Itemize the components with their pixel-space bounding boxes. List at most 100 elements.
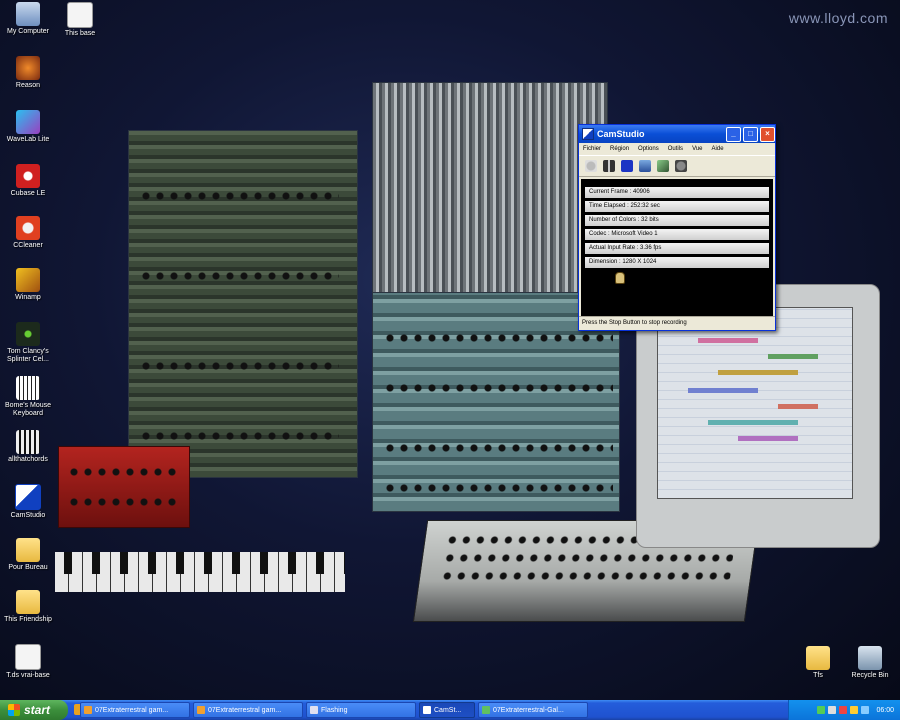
camstudio-menubar: Fichier Région Options Outils Vue Aide <box>579 143 775 155</box>
minimize-icon[interactable]: _ <box>726 126 741 142</box>
recycle-bin-icon <box>858 646 882 670</box>
stat-current-frame: Current Frame : 40906 <box>585 187 769 198</box>
desktop-icon-label: This base <box>64 30 96 37</box>
winamp-app-icon <box>16 268 40 292</box>
desktop-icon-label: Tom Clancy's Splinter Cel... <box>6 348 50 363</box>
desktop-icon-label: Winamp <box>15 294 41 301</box>
desktop-icon-bomes-mouse-keyboard[interactable]: Bome's Mouse Keyboard <box>0 376 56 418</box>
stop-icon[interactable] <box>621 160 633 172</box>
taskbar-item-flashing[interactable]: Flashing <box>306 702 416 718</box>
desktop-icon-label: Tfs <box>813 672 823 679</box>
task-label: 07Extraterrestral-Gal... <box>493 706 564 714</box>
record-icon[interactable] <box>585 160 597 172</box>
start-button[interactable]: start <box>0 700 68 720</box>
hand-cursor-icon <box>615 272 625 284</box>
reason-app-icon <box>16 56 40 80</box>
desktop-icon-label: This Friendship <box>4 616 52 623</box>
camstudio-app-icon <box>15 484 41 510</box>
my-computer-icon <box>16 2 40 26</box>
camstudio-window[interactable]: CamStudio _ □ × Fichier Région Options O… <box>578 124 776 331</box>
system-tray: 06:00 <box>788 700 900 720</box>
desktop-icon-allthatchords[interactable]: allthatchords <box>0 430 56 464</box>
task-label: Flashing <box>321 706 348 714</box>
menu-vue[interactable]: Vue <box>692 146 702 152</box>
screen-icon[interactable] <box>675 160 687 172</box>
stat-codec: Codec : Microsoft Video 1 <box>585 229 769 240</box>
close-icon[interactable]: × <box>760 126 775 142</box>
desktop-icon-winamp[interactable]: Winamp <box>0 268 56 302</box>
task-label: 07Extraterrestral gam... <box>208 706 282 714</box>
desktop-icon-label: CamStudio <box>10 512 46 519</box>
task-label: CamSt... <box>434 706 462 714</box>
menu-region[interactable]: Région <box>610 146 629 152</box>
desktop-icon-ccleaner[interactable]: CCleaner <box>0 216 56 250</box>
stat-time-elapsed: Time Elapsed : 252:32 sec <box>585 201 769 212</box>
winamp-task-icon <box>84 706 92 714</box>
document-icon <box>67 2 93 28</box>
stat-dimension: Dimension : 1280 X 1024 <box>585 257 769 268</box>
taskbar-item-winamp-2[interactable]: 07Extraterrestral gam... <box>193 702 303 718</box>
desktop-icon-tfs[interactable]: Tfs <box>790 646 846 680</box>
chords-app-icon <box>16 430 40 454</box>
security-tray-icon[interactable] <box>839 706 848 714</box>
desktop-icon-tds-vrai-base[interactable]: T.ds vrai-base <box>0 644 56 680</box>
desktop-icon-reason[interactable]: Reason <box>0 56 56 90</box>
media-task-icon <box>482 706 490 714</box>
taskbar-item-media[interactable]: 07Extraterrestral-Gal... <box>478 702 588 718</box>
watermark-text: www.lloyd.com <box>788 10 888 26</box>
desktop-icon-label: WaveLab Lite <box>6 136 50 143</box>
paint-task-icon <box>310 706 318 714</box>
window-title: CamStudio <box>597 129 645 139</box>
pause-icon[interactable] <box>603 160 615 172</box>
desktop-icon-wavelab[interactable]: WaveLab Lite <box>0 110 56 144</box>
update-tray-icon[interactable] <box>850 706 859 714</box>
folder-icon <box>16 538 40 562</box>
stat-number-of-colors: Number of Colors : 32 bits <box>585 215 769 226</box>
task-label: 07Extraterrestral gam... <box>95 706 169 714</box>
taskbar-item-camstudio[interactable]: CamSt... <box>419 702 475 718</box>
volume-tray-icon[interactable] <box>828 706 837 714</box>
desktop-icon-label: Recycle Bin <box>851 672 889 679</box>
desktop-icon-camstudio[interactable]: CamStudio <box>0 484 56 520</box>
taskbar: start 07Extraterrestral gam... 07Extrate… <box>0 700 900 720</box>
menu-aide[interactable]: Aide <box>712 146 724 152</box>
desktop-icon-my-computer[interactable]: My Computer <box>0 2 56 36</box>
desktop-icon-label: CCleaner <box>13 242 43 249</box>
desktop-icon-label: My Computer <box>6 28 49 35</box>
document-icon <box>15 644 41 670</box>
winamp-task-icon <box>197 706 205 714</box>
folder-icon <box>806 646 830 670</box>
camstudio-toolbar <box>579 155 775 177</box>
maximize-icon[interactable]: □ <box>743 126 758 142</box>
menu-fichier[interactable]: Fichier <box>583 146 601 152</box>
network-tray-icon[interactable] <box>817 706 826 714</box>
desktop-icon-label: Pour Bureau <box>8 564 48 571</box>
game-app-icon <box>16 322 40 346</box>
app-tray-icon[interactable] <box>861 706 870 714</box>
desktop-icon-this-base[interactable]: This base <box>52 2 108 38</box>
clock[interactable]: 06:00 <box>876 707 894 714</box>
recording-stats-panel: Current Frame : 40906 Time Elapsed : 252… <box>581 179 773 320</box>
taskbar-item-winamp-1[interactable]: 07Extraterrestral gam... <box>80 702 190 718</box>
annotation-icon[interactable] <box>657 160 669 172</box>
camstudio-titlebar[interactable]: CamStudio _ □ × <box>579 125 775 143</box>
desktop-icon-this-friendship[interactable]: This Friendship <box>0 590 56 624</box>
desktop-icon-recycle-bin[interactable]: Recycle Bin <box>842 646 898 680</box>
camstudio-task-icon <box>423 706 431 714</box>
camera-icon[interactable] <box>639 160 651 172</box>
wallpaper-red-interface <box>58 446 190 528</box>
windows-logo-icon <box>8 704 20 716</box>
desktop-icon-label: allthatchords <box>8 456 48 463</box>
desktop-icon-pour-bureau[interactable]: Pour Bureau <box>0 538 56 572</box>
wallpaper-synth-rack <box>128 130 358 478</box>
wallpaper-mixer-rack <box>372 82 608 294</box>
desktop-icon-label: Cubase LE <box>10 190 46 197</box>
desktop-background: www.lloyd.com My Computer This base Reas… <box>0 0 900 700</box>
desktop-icon-splinter-cell[interactable]: Tom Clancy's Splinter Cel... <box>0 322 56 364</box>
wavelab-app-icon <box>16 110 40 134</box>
desktop-icon-cubase[interactable]: Cubase LE <box>0 164 56 198</box>
menu-options[interactable]: Options <box>638 146 659 152</box>
desktop-icon-label: Reason <box>15 82 41 89</box>
menu-outils[interactable]: Outils <box>668 146 683 152</box>
ccleaner-app-icon <box>16 216 40 240</box>
